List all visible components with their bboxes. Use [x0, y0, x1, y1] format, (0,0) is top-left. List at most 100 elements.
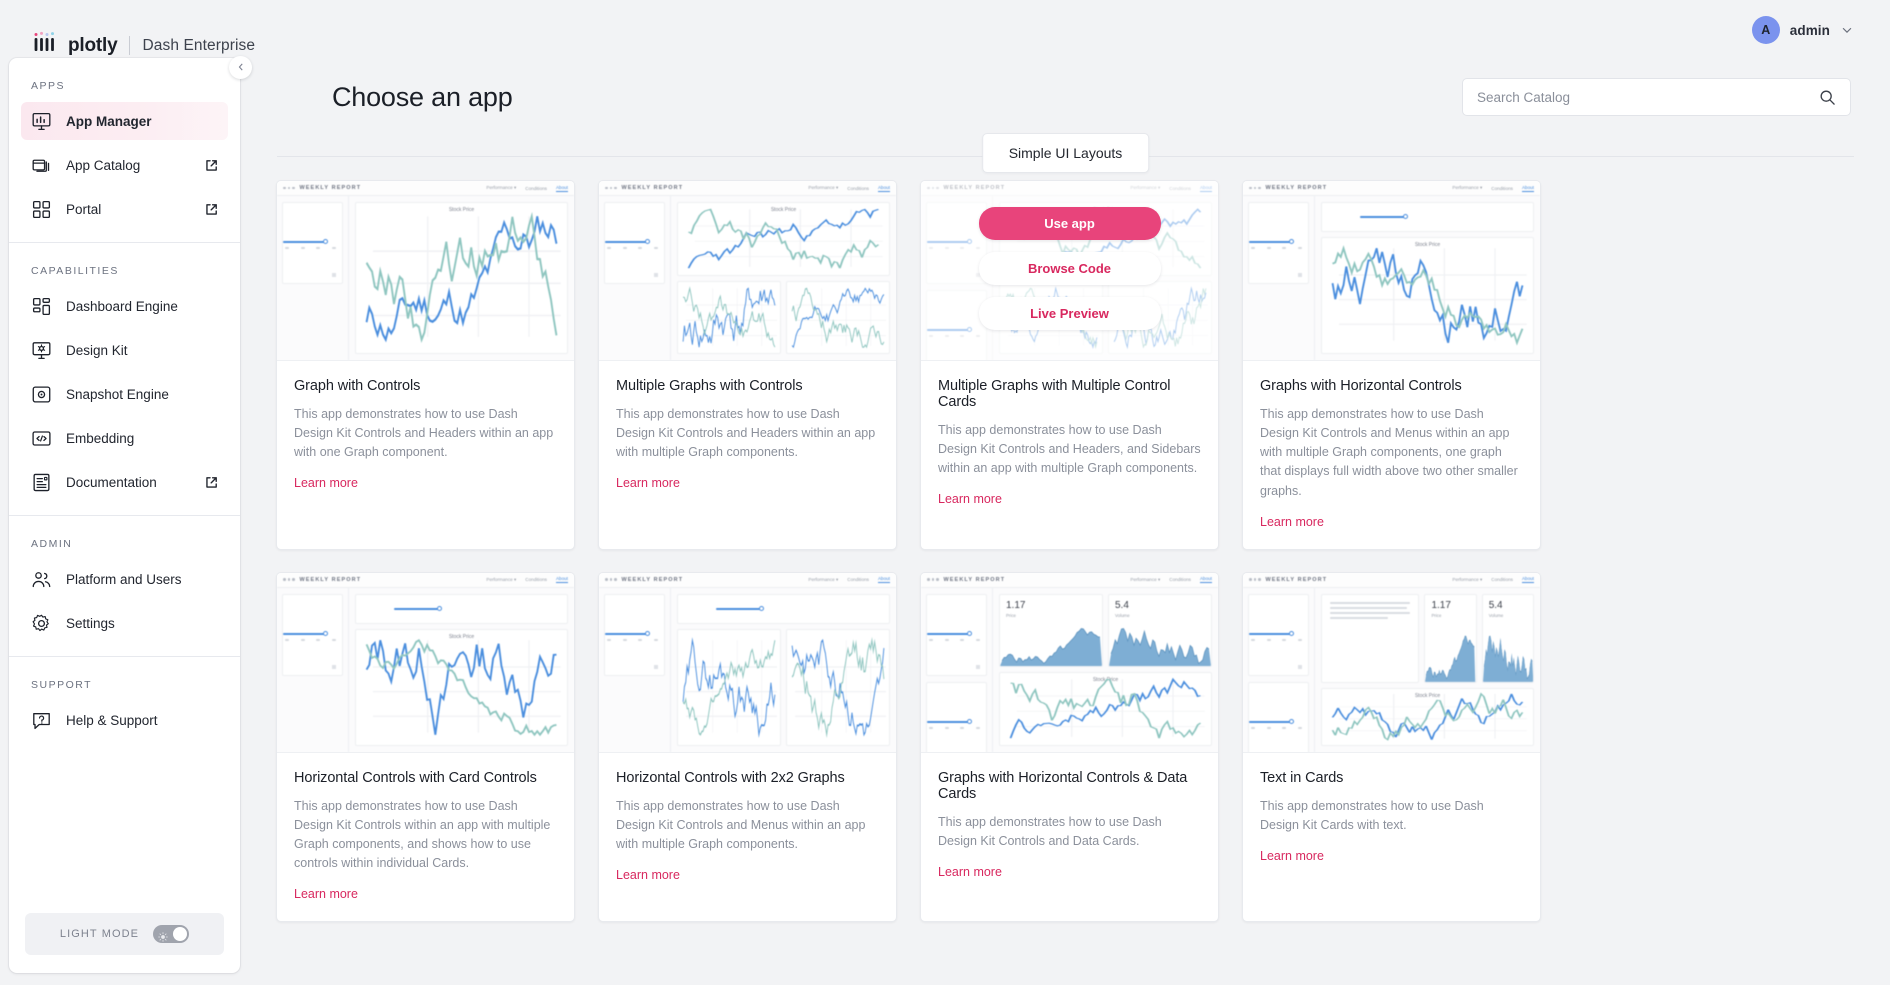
code-brackets-icon: [31, 428, 52, 449]
app-card[interactable]: WEEKLY REPORTPerformance ▾ConditionsAbou…: [1242, 571, 1541, 923]
app-card-grid: WEEKLY REPORT Performance ▾ Conditions Abou…: [276, 180, 1878, 923]
thumb-menu-item: Conditions: [847, 577, 869, 583]
thumb-slider: [283, 239, 328, 245]
thumb-menu-item: About: [877, 576, 890, 584]
app-card-body: Graphs with Horizontal Controls This app …: [1243, 361, 1540, 549]
app-card-body: Horizontal Controls with Card Controls Th…: [277, 753, 574, 922]
thumb-report-title: WEEKLY REPORT: [299, 576, 362, 583]
sidebar-item-design-kit[interactable]: Design Kit: [21, 331, 228, 369]
thumb-control-panel: [604, 202, 665, 284]
thumb-menu-group: Performance ▾ Conditions About: [1130, 576, 1212, 584]
user-menu[interactable]: A admin: [1751, 16, 1854, 44]
sidebar-item-app-catalog[interactable]: App Catalog: [21, 146, 228, 184]
thumb-chart: [677, 628, 781, 746]
sidebar-item-portal[interactable]: Portal: [21, 190, 228, 228]
thumb-control-panel: [1248, 681, 1309, 752]
section-tab-simple-ui-layouts[interactable]: Simple UI Layouts: [981, 133, 1150, 173]
thumb-panel-marker: [654, 664, 658, 669]
thumb-menu-item: Conditions: [847, 185, 869, 191]
thumb-report-title: WEEKLY REPORT: [943, 576, 1006, 583]
sidebar-item-snapshot-engine[interactable]: Snapshot Engine: [21, 375, 228, 413]
search-icon[interactable]: [1819, 89, 1836, 106]
thumb-chart: [786, 280, 890, 354]
sidebar-collapse-button[interactable]: [229, 56, 252, 79]
dashboard-grid-icon: [31, 296, 52, 317]
thumb-app-header: WEEKLY REPORT Performance ▾ Conditions Abou…: [1243, 181, 1540, 196]
thumb-menu-item: Conditions: [525, 577, 547, 583]
chevron-left-icon: [236, 59, 246, 77]
thumb-sidebar: [599, 587, 671, 752]
sidebar-item-label: Settings: [66, 615, 115, 631]
theme-toggle[interactable]: LIGHT MODE: [25, 913, 224, 955]
thumb-chart: [677, 280, 781, 354]
app-card-body: Text in Cards This app demonstrates how t…: [1243, 753, 1540, 922]
thumb-sidebar: [921, 587, 993, 752]
thumb-chart: Stock Price: [355, 628, 568, 746]
thumb-slider: [393, 606, 443, 612]
sidebar-item-platform-and-users[interactable]: Platform and Users: [21, 560, 228, 598]
app-card[interactable]: WEEKLY REPORT Performance ▾ConditionsAbou…: [920, 571, 1219, 923]
thumb-preview: WEEKLY REPORT Performance ▾ Conditions Abou…: [1243, 181, 1540, 360]
thumb-app-header: WEEKLY REPORT Performance ▾ Conditions Abou…: [599, 572, 896, 588]
search-input[interactable]: [1477, 89, 1819, 105]
app-card[interactable]: WEEKLY REPORTPerformance ▾ConditionsAbou…: [1242, 180, 1541, 550]
learn-more-link[interactable]: Learn more: [938, 492, 1002, 506]
sidebar-section-support: SUPPORT Help & Support: [9, 657, 240, 739]
thumb-stage: 1.17 Price 5.4 Volume Stock Price: [921, 587, 1218, 752]
app-card-description: This app demonstrates how to use Dash De…: [1260, 798, 1484, 832]
use-app-button[interactable]: Use app: [978, 207, 1161, 240]
thumb-slider-ticks: [1251, 639, 1302, 642]
sidebar-item-label: App Manager: [66, 113, 152, 129]
sidebar-item-help-support[interactable]: Help & Support: [21, 701, 228, 739]
app-card-body: Multiple Graphs with Controls This app de…: [599, 361, 896, 549]
thumb-menu-group: Performance ▾ Conditions About: [808, 185, 890, 192]
app-card-title: Horizontal Controls with Card Controls: [294, 769, 537, 786]
learn-more-link[interactable]: Learn more: [1260, 515, 1324, 529]
thumb-menu-group: Performance ▾ Conditions About: [486, 576, 568, 584]
sidebar-item-documentation[interactable]: Documentation: [21, 463, 228, 501]
app-root: plotly Dash Enterprise A admin APPS App M…: [0, 0, 1890, 985]
section-header: Simple UI Layouts: [277, 133, 1854, 179]
thumb-slider: [927, 719, 972, 725]
app-card-thumbnail: WEEKLY REPORT Performance ▾ Conditions Abou…: [1243, 181, 1540, 361]
thumb-chart: Stock Price: [677, 202, 890, 276]
browse-code-button[interactable]: Browse Code: [978, 252, 1161, 285]
thumb-data-card: 1.17 Price: [999, 593, 1103, 668]
app-card[interactable]: WEEKLY REPORTPerformance ▾ConditionsAbou…: [276, 180, 575, 550]
learn-more-link[interactable]: Learn more: [616, 476, 680, 490]
thumb-preview: WEEKLY REPORT Performance ▾ Conditions Abou…: [277, 572, 574, 752]
thumb-stage: Stock Price: [277, 587, 574, 752]
sidebar-item-label: Design Kit: [66, 342, 128, 358]
sidebar-section-admin: ADMIN Platform and Users Settings: [9, 516, 240, 642]
app-card-title: Graphs with Horizontal Controls & Data C…: [938, 769, 1188, 802]
app-card[interactable]: WEEKLY REPORTPerformance ▾ConditionsAbou…: [920, 180, 1219, 550]
learn-more-link[interactable]: Learn more: [294, 887, 358, 901]
external-link-icon: [205, 203, 218, 216]
learn-more-link[interactable]: Learn more: [616, 868, 680, 882]
app-card[interactable]: WEEKLY REPORT Performance ▾ConditionsAbou…: [276, 571, 575, 923]
thumb-report-title: WEEKLY REPORT: [1265, 576, 1328, 583]
thumb-menu-group: Performance ▾ Conditions About: [808, 576, 890, 584]
app-card-thumbnail: WEEKLY REPORT Performance ▾ Conditions Abou…: [599, 572, 896, 753]
app-card-title: Horizontal Controls with 2x2 Graphs: [616, 769, 845, 786]
theme-switch[interactable]: [153, 925, 190, 943]
app-card[interactable]: WEEKLY REPORTPerformance ▾ConditionsAbou…: [598, 180, 897, 550]
learn-more-link[interactable]: Learn more: [1260, 849, 1324, 863]
search-catalog-box[interactable]: [1462, 78, 1851, 116]
avatar: A: [1751, 16, 1780, 44]
app-card-description: This app demonstrates how to use Dash De…: [294, 798, 551, 870]
gear-icon: [31, 613, 52, 634]
sidebar-item-settings[interactable]: Settings: [21, 604, 228, 642]
thumb-menu-item: Performance ▾: [1452, 185, 1483, 190]
app-card-thumbnail: WEEKLY REPORT Performance ▾ Conditions Abou…: [1243, 572, 1540, 753]
app-card[interactable]: WEEKLY REPORTPerformance ▾ConditionsAbou…: [598, 571, 897, 923]
learn-more-link[interactable]: Learn more: [294, 476, 358, 490]
live-preview-button[interactable]: Live Preview: [978, 297, 1161, 330]
thumb-slider-ticks: [929, 727, 980, 730]
sidebar-item-dashboard-engine[interactable]: Dashboard Engine: [21, 287, 228, 325]
sidebar-item-label: App Catalog: [66, 157, 141, 173]
sidebar-item-embedding[interactable]: Embedding: [21, 419, 228, 457]
sidebar-item-app-manager[interactable]: App Manager: [21, 102, 228, 140]
app-card-body: Horizontal Controls with 2x2 Graphs This …: [599, 753, 896, 922]
learn-more-link[interactable]: Learn more: [938, 865, 1002, 879]
